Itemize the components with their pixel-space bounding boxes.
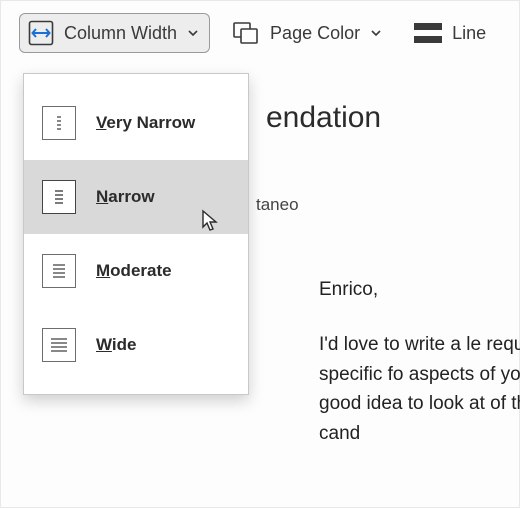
document-paragraph: I'd love to write a le require a specifi…	[319, 330, 520, 448]
chevron-down-icon	[187, 27, 199, 39]
document-salutation: Enrico,	[319, 275, 520, 304]
line-focus-button[interactable]: Line	[406, 17, 496, 50]
dropdown-label: Narrow	[96, 187, 155, 207]
narrow-icon	[42, 180, 76, 214]
document-body: Enrico, I'd love to write a le require a…	[319, 275, 520, 448]
dropdown-label: Moderate	[96, 261, 172, 281]
toolbar: Column Width Page Color Line	[1, 1, 519, 67]
column-width-icon	[28, 20, 54, 46]
dropdown-item-narrow[interactable]: Narrow	[24, 160, 248, 234]
moderate-icon	[42, 254, 76, 288]
dropdown-label: Wide	[96, 335, 136, 355]
column-width-dropdown: Very Narrow Narrow Moderate	[23, 73, 249, 395]
page-color-icon	[232, 21, 260, 45]
page-color-label: Page Color	[270, 23, 360, 44]
column-width-button[interactable]: Column Width	[19, 13, 210, 53]
chevron-down-icon	[370, 27, 382, 39]
line-focus-label: Line	[452, 23, 486, 44]
dropdown-label: Very Narrow	[96, 113, 195, 133]
column-width-label: Column Width	[64, 23, 177, 44]
page-color-button[interactable]: Page Color	[224, 15, 392, 51]
line-focus-icon	[414, 23, 442, 43]
dropdown-item-moderate[interactable]: Moderate	[24, 234, 248, 308]
document-title: endation	[266, 101, 519, 135]
very-narrow-icon	[42, 106, 76, 140]
document-author: taneo	[256, 195, 519, 215]
dropdown-item-very-narrow[interactable]: Very Narrow	[24, 86, 248, 160]
dropdown-item-wide[interactable]: Wide	[24, 308, 248, 382]
wide-icon	[42, 328, 76, 362]
